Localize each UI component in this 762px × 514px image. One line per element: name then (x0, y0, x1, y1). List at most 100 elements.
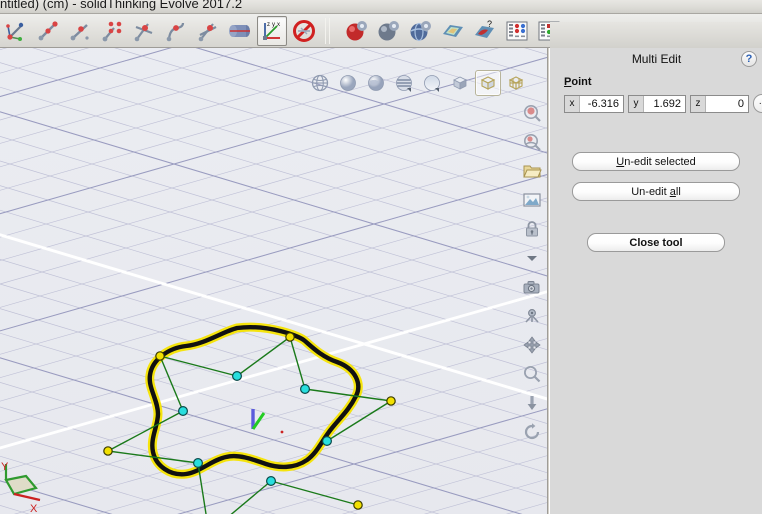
background-image-icon (522, 190, 542, 210)
z-field-label: z (691, 95, 706, 112)
shaded-sphere-icon (338, 73, 358, 93)
toolbar-group-point-tools: z y x (0, 14, 320, 48)
x-coordinate-field[interactable]: x -6.316 (564, 94, 624, 113)
multi-edit-panel: Multi Edit ? Point x -6.316 y 1.692 z 0 (549, 22, 762, 514)
material-swatch-icon (440, 18, 466, 44)
material-swatch-icon-button[interactable] (438, 16, 468, 46)
insert-point-icon-button[interactable] (65, 16, 95, 46)
magnifier-icon (522, 364, 542, 384)
insert-point-icon (68, 19, 92, 43)
more-options-button[interactable]: ... (753, 94, 762, 113)
background-image-icon-button[interactable] (519, 187, 545, 213)
title-bar: ntitled) (cm) - solidThinking Evolve 201… (0, 0, 762, 14)
wire-cube-icon-button[interactable] (503, 70, 529, 96)
un-edit-all-pre: Un-edit (631, 185, 670, 198)
y-coordinate-field[interactable]: y 1.692 (628, 94, 686, 113)
x-field-label: x (565, 95, 580, 112)
wireframe-globe-icon-button[interactable] (307, 70, 333, 96)
shaded-sphere-icon-button[interactable] (335, 70, 361, 96)
off-curve-control-points[interactable] (103, 332, 396, 514)
orbit-rotate-icon-button[interactable] (519, 419, 545, 445)
open-folder-icon-button[interactable] (519, 158, 545, 184)
y-field-value[interactable]: 1.692 (644, 98, 685, 110)
zoom-region-icon-button[interactable] (519, 100, 545, 126)
zoom-selected-icon-button[interactable] (519, 129, 545, 155)
add-point-icon (36, 19, 60, 43)
panel-title: Multi Edit (631, 52, 682, 66)
wire-cube-icon (506, 73, 526, 93)
material-help-icon-button[interactable]: ? (470, 16, 500, 46)
chevron-down-icon (525, 253, 539, 263)
orbit-rotate-icon (522, 422, 542, 442)
axis-zyx-icon-button[interactable]: z y x (257, 15, 287, 46)
tube-icon (227, 19, 253, 43)
solid-cube-icon-button[interactable] (447, 70, 473, 96)
list-red-icon-button[interactable] (502, 16, 532, 46)
perspective-viewport[interactable]: tive (0, 48, 548, 514)
lock-icon-button[interactable] (519, 216, 545, 242)
wireframe-globe-icon (310, 73, 330, 93)
axis-y-label: Y (1, 461, 9, 473)
textured-globe-icon-button[interactable] (363, 70, 389, 96)
striped-sphere-icon (394, 73, 414, 93)
camera-icon (522, 277, 542, 297)
nurbs-curve-overlay[interactable] (0, 48, 548, 514)
camera-icon-button[interactable] (519, 274, 545, 300)
cusp-point-icon-button[interactable] (193, 16, 223, 46)
camera-target-icon-button[interactable] (519, 303, 545, 329)
point-group-label: Point (564, 76, 592, 88)
camera-target-icon (522, 306, 542, 326)
window-title: ntitled) (cm) - solidThinking Evolve 201… (0, 0, 243, 11)
un-edit-selected-rest: n-edit selected (624, 155, 696, 168)
add-point-icon-button[interactable] (33, 16, 63, 46)
axis-x-label: X (30, 503, 38, 514)
cusp-point-icon (196, 19, 220, 43)
render-gray-gear-icon-button[interactable] (374, 16, 404, 46)
lock-icon (522, 219, 542, 239)
multi-point-icon (100, 19, 124, 43)
un-edit-all-label: Un-edit all (631, 186, 681, 198)
toolbar-group-render-tools: ? (341, 14, 565, 48)
help-icon[interactable]: ? (741, 51, 757, 67)
render-red-gear-icon-button[interactable] (342, 16, 372, 46)
svg-text:y: y (272, 22, 275, 28)
toolbar-separator-1 (325, 17, 326, 44)
viewport-display-mode-bar (307, 70, 529, 96)
point-axes-icon-button[interactable] (1, 16, 31, 46)
render-red-gear-icon (344, 18, 370, 44)
smooth-sphere-icon-button[interactable] (419, 70, 445, 96)
svg-text:?: ? (487, 19, 492, 29)
un-edit-all-post: ll (675, 185, 681, 198)
axis-orientation-widget: Y X (0, 458, 58, 514)
pan-move-icon (522, 335, 542, 355)
multi-point-icon-button[interactable] (97, 16, 127, 46)
un-edit-selected-mnemonic: U (616, 155, 625, 168)
striped-sphere-icon-button[interactable] (391, 70, 417, 96)
panel-top-filler (550, 22, 762, 48)
origin-axis-gizmo (251, 409, 284, 434)
bbox-cube-icon-button[interactable] (475, 70, 501, 96)
close-tool-button[interactable]: Close tool (587, 233, 725, 252)
pan-move-icon-button[interactable] (519, 332, 545, 358)
magnifier-icon-button[interactable] (519, 361, 545, 387)
un-edit-all-button[interactable]: Un-edit all (572, 182, 740, 201)
open-folder-icon (522, 161, 542, 181)
chevron-down-icon-button[interactable] (519, 245, 545, 271)
globe-gear-icon (408, 18, 434, 44)
no-entry-icon-button[interactable] (289, 16, 319, 46)
smooth-point-icon-button[interactable] (161, 16, 191, 46)
x-field-value[interactable]: -6.316 (580, 98, 623, 110)
tangent-point-icon-button[interactable] (129, 16, 159, 46)
dolly-down-icon-button[interactable] (519, 390, 545, 416)
textured-globe-icon (366, 73, 386, 93)
un-edit-selected-button[interactable]: Un-edit selected (572, 152, 740, 171)
list-red-icon (504, 18, 530, 44)
globe-gear-icon-button[interactable] (406, 16, 436, 46)
z-field-value[interactable]: 0 (706, 98, 748, 110)
axis-zyx-icon: z y x (260, 19, 284, 43)
z-coordinate-field[interactable]: z 0 (690, 94, 749, 113)
bbox-cube-icon (478, 73, 498, 93)
smooth-sphere-icon (422, 73, 442, 93)
tube-icon-button[interactable] (225, 16, 255, 46)
point-coordinate-row: x -6.316 y 1.692 z 0 ... (564, 94, 762, 113)
